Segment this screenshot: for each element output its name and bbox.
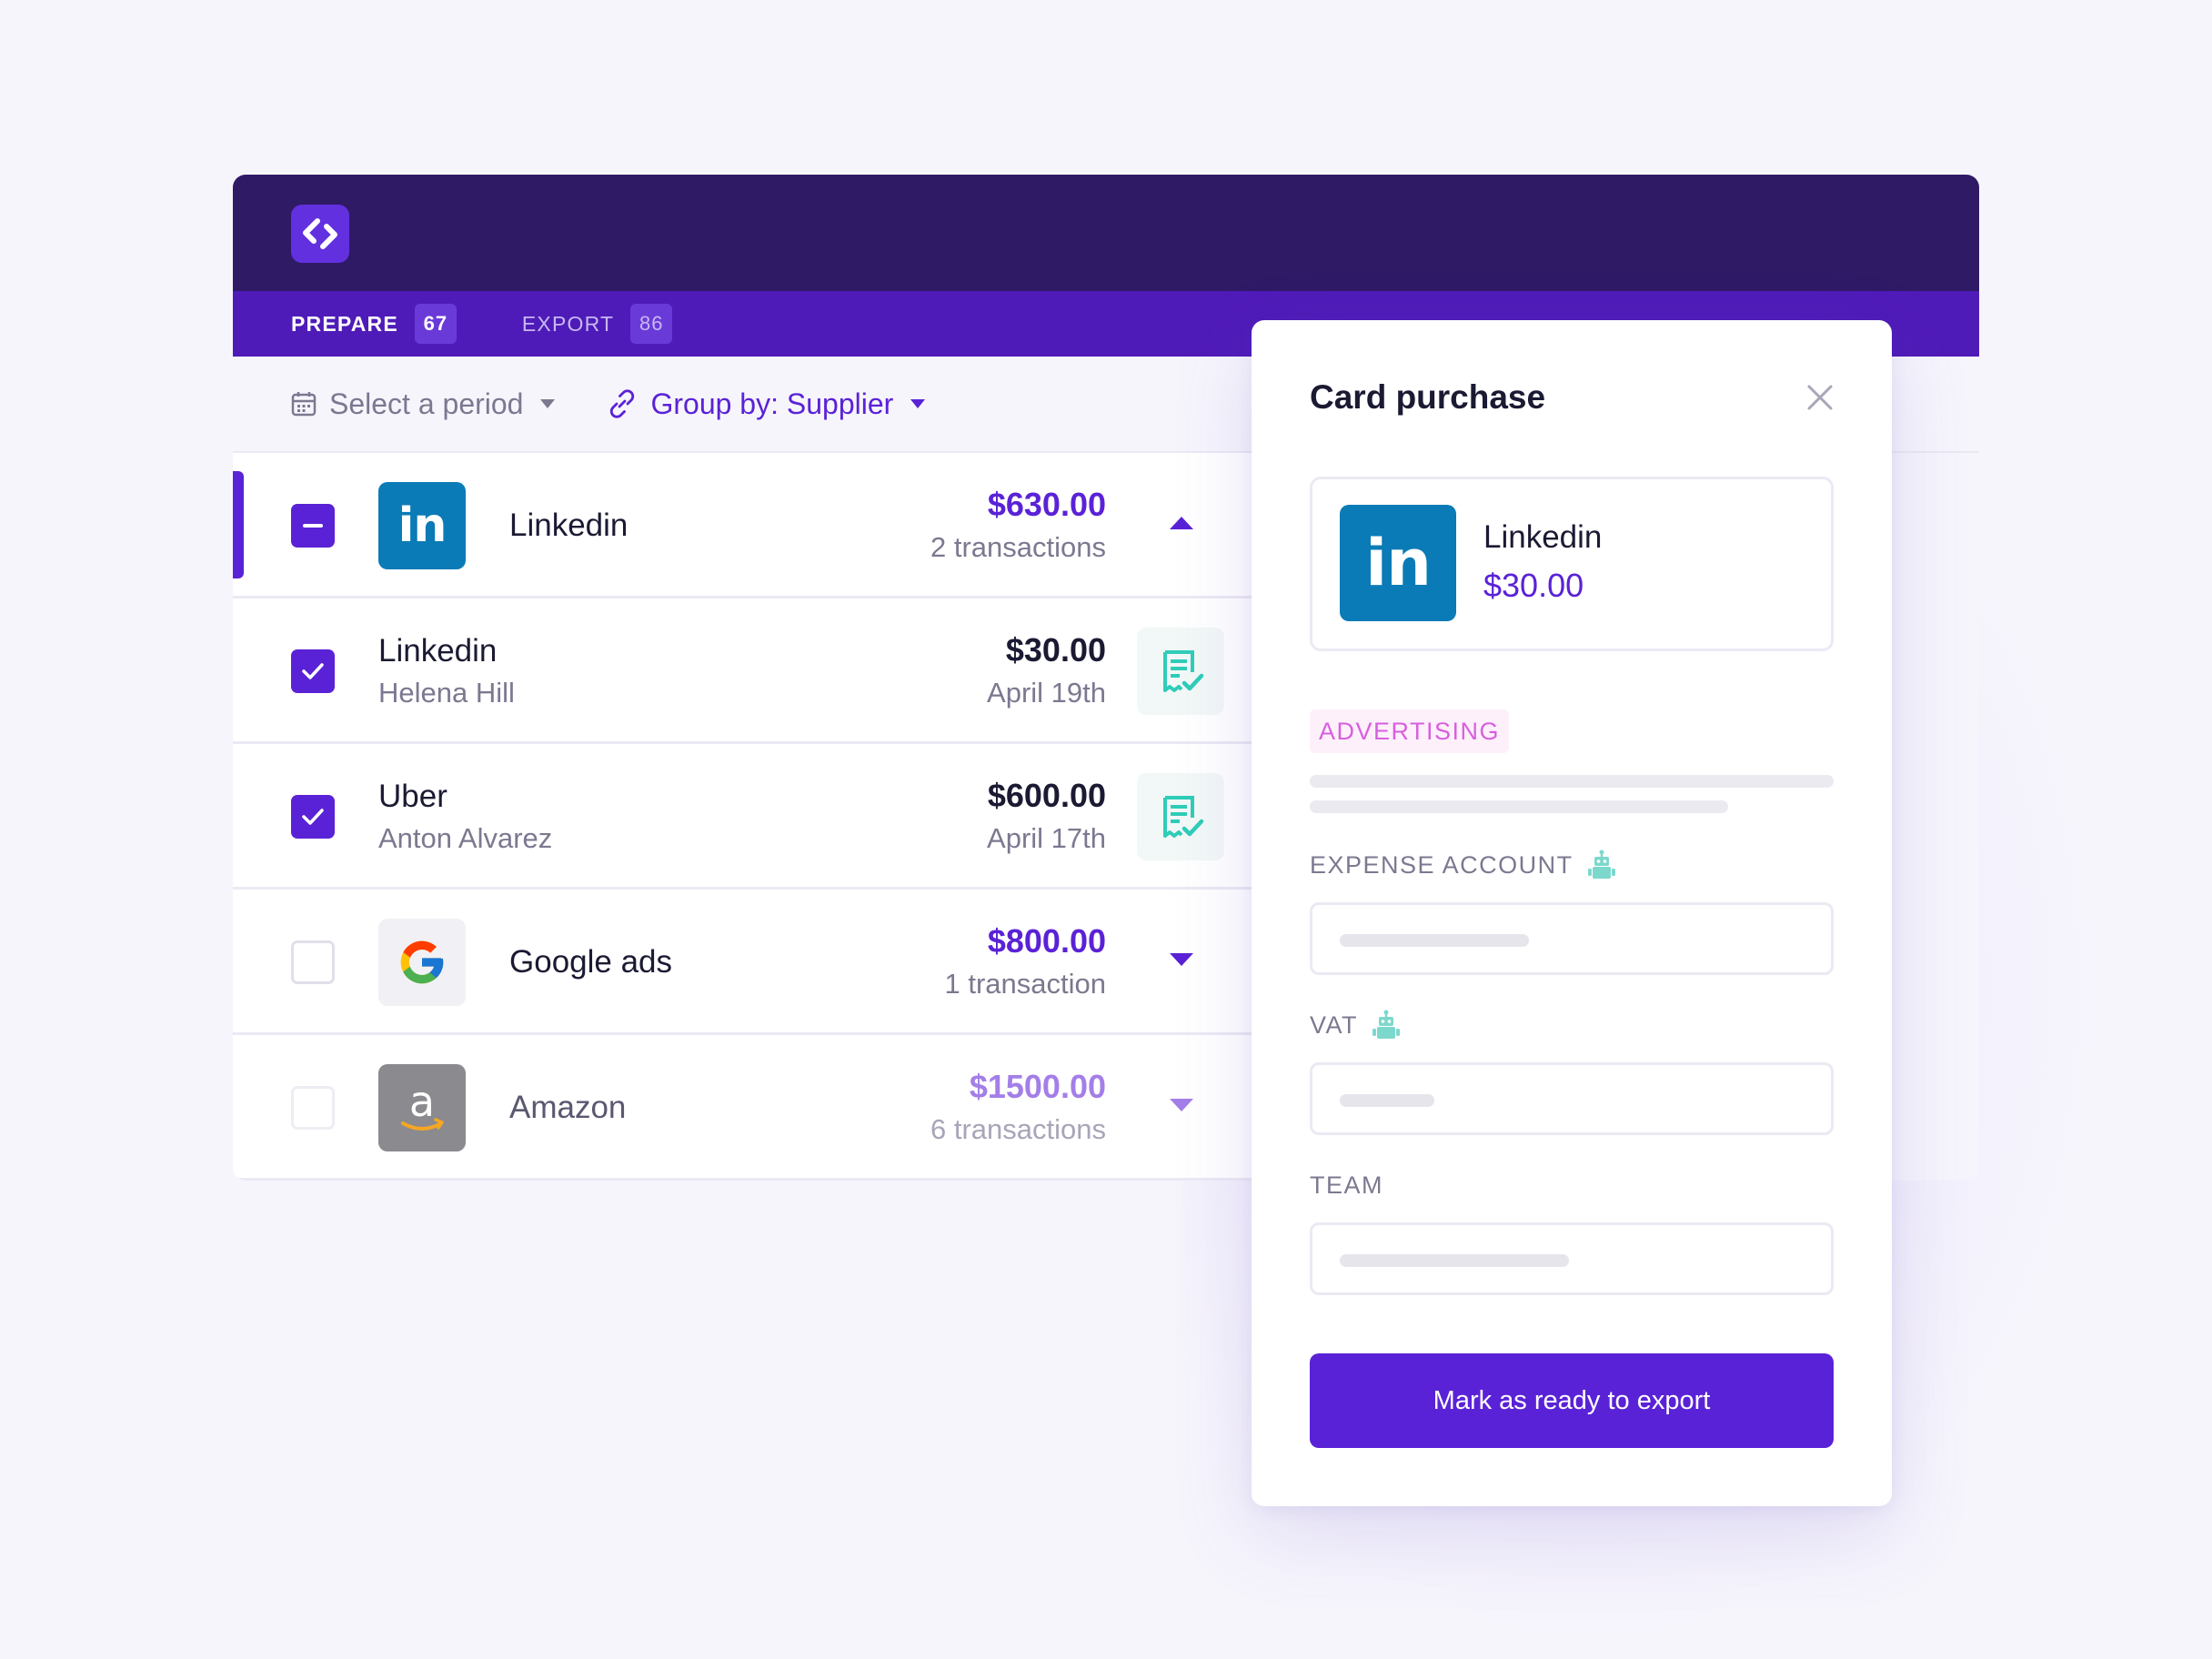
linkedin-logo-icon: in	[1340, 505, 1456, 621]
transaction-checkbox[interactable]	[291, 649, 335, 693]
transaction-title: Uber	[378, 779, 447, 814]
link-icon	[610, 389, 635, 418]
logo-text: in	[397, 498, 447, 553]
group-checkbox[interactable]	[291, 504, 335, 548]
expense-account-field[interactable]	[1310, 902, 1834, 975]
group-amount: $1500.00	[969, 1068, 1106, 1105]
close-icon	[1807, 385, 1833, 410]
group-checkbox[interactable]	[291, 940, 335, 984]
amount-column: $800.00 1 transaction	[945, 922, 1107, 1000]
group-amount: $800.00	[987, 922, 1106, 960]
receipt-check-icon	[1163, 650, 1204, 692]
field-label-text: TEAM	[1310, 1171, 1384, 1199]
amount-column: $1500.00 6 transactions	[930, 1068, 1106, 1146]
transaction-row[interactable]: Uber Anton Alvarez $600.00 April 17th	[233, 744, 1252, 890]
transaction-checkbox[interactable]	[291, 795, 335, 839]
logo-text: in	[1365, 526, 1432, 600]
group-amount: $630.00	[987, 486, 1106, 523]
vat-field[interactable]	[1310, 1062, 1834, 1135]
active-indicator	[233, 471, 244, 578]
supplier-card: in Linkedin $30.00	[1310, 477, 1834, 651]
category-tag[interactable]: ADVERTISING	[1310, 709, 1510, 753]
input-placeholder-bar	[1340, 934, 1529, 947]
field-label-vat: VAT	[1310, 1010, 1402, 1041]
tab-prepare[interactable]: PREPARE 67	[291, 304, 457, 344]
tab-count-badge: 86	[630, 304, 673, 344]
calendar-icon	[291, 392, 317, 417]
supplier-card-amount: $30.00	[1483, 567, 1584, 604]
team-field[interactable]	[1310, 1222, 1834, 1295]
transaction-title: Linkedin	[378, 633, 498, 669]
group-by-select[interactable]: Group by: Supplier	[607, 387, 926, 421]
supplier-group-row[interactable]: in Linkedin $630.00 2 transactions	[233, 453, 1252, 598]
transaction-person: Helena Hill	[378, 677, 515, 709]
supplier-card-name: Linkedin	[1483, 519, 1603, 555]
transaction-count: 1 transaction	[944, 968, 1107, 1000]
description-placeholder	[1310, 775, 1834, 788]
check-icon	[302, 809, 324, 825]
caret-down-icon	[1170, 1099, 1193, 1111]
receipt-check-icon	[1163, 796, 1204, 838]
supplier-name: Linkedin	[509, 508, 628, 543]
input-placeholder-bar	[1340, 1094, 1434, 1107]
transaction-count: 2 transactions	[930, 531, 1106, 563]
group-checkbox[interactable]	[291, 1086, 335, 1130]
tab-count-badge: 67	[414, 304, 457, 344]
tab-label: EXPORT	[521, 311, 615, 336]
robot-icon	[1587, 850, 1615, 879]
amount-column: $600.00 April 17th	[987, 777, 1106, 855]
google-logo-icon	[378, 919, 466, 1006]
amount-column: $630.00 2 transactions	[930, 486, 1106, 564]
amount-column: $30.00 April 19th	[987, 631, 1106, 709]
transaction-amount: $30.00	[1005, 631, 1106, 669]
transaction-amount: $600.00	[987, 777, 1106, 814]
expand-toggle[interactable]	[1168, 1097, 1195, 1118]
description-placeholder	[1310, 800, 1728, 813]
field-label-text: EXPENSE ACCOUNT	[1310, 850, 1574, 879]
linkedin-logo-icon: in	[378, 482, 466, 569]
input-placeholder-bar	[1340, 1254, 1569, 1267]
supplier-group-row[interactable]: Google ads $800.00 1 transaction	[233, 890, 1252, 1035]
receipt-button[interactable]	[1137, 773, 1224, 860]
supplier-group-row[interactable]: a Amazon $1500.00 6 transactions	[233, 1035, 1252, 1181]
caret-up-icon	[1170, 517, 1193, 529]
svg-text:a: a	[409, 1077, 435, 1126]
transaction-date: April 17th	[987, 822, 1106, 854]
amazon-logo-icon: a	[378, 1064, 466, 1151]
close-button[interactable]	[1805, 382, 1835, 413]
supplier-name: Amazon	[509, 1090, 627, 1125]
tab-label: PREPARE	[291, 311, 398, 336]
panel-title: Card purchase	[1310, 378, 1546, 416]
expense-app-logo-icon[interactable]	[291, 205, 349, 263]
receipt-button[interactable]	[1137, 628, 1224, 715]
period-select[interactable]: Select a period	[291, 387, 556, 421]
caret-down-icon	[910, 399, 926, 408]
caret-down-icon	[540, 399, 556, 408]
card-purchase-panel: Card purchase in Linkedin $30.00 ADVERTI…	[1252, 320, 1892, 1506]
collapse-toggle[interactable]	[1168, 515, 1195, 536]
tab-export[interactable]: EXPORT 86	[521, 304, 673, 344]
group-by-label: Group by: Supplier	[650, 387, 894, 420]
field-label-team: TEAM	[1310, 1171, 1383, 1200]
transaction-count: 6 transactions	[930, 1113, 1106, 1145]
supplier-list: in Linkedin $630.00 2 transactions Linke…	[233, 453, 1252, 1181]
robot-icon	[1372, 1010, 1401, 1039]
transaction-date: April 19th	[987, 677, 1106, 709]
transaction-person: Anton Alvarez	[378, 822, 553, 854]
expand-toggle[interactable]	[1168, 951, 1195, 972]
check-icon	[302, 663, 324, 679]
transaction-row[interactable]: Linkedin Helena Hill $30.00 April 19th	[233, 598, 1252, 744]
top-bar	[233, 175, 1979, 291]
supplier-name: Google ads	[509, 944, 673, 980]
caret-down-icon	[1170, 953, 1193, 966]
field-label-expense-account: EXPENSE ACCOUNT	[1310, 850, 1617, 880]
period-select-label: Select a period	[329, 387, 524, 420]
field-label-text: VAT	[1310, 1010, 1359, 1039]
mark-ready-to-export-button[interactable]: Mark as ready to export	[1310, 1353, 1834, 1448]
